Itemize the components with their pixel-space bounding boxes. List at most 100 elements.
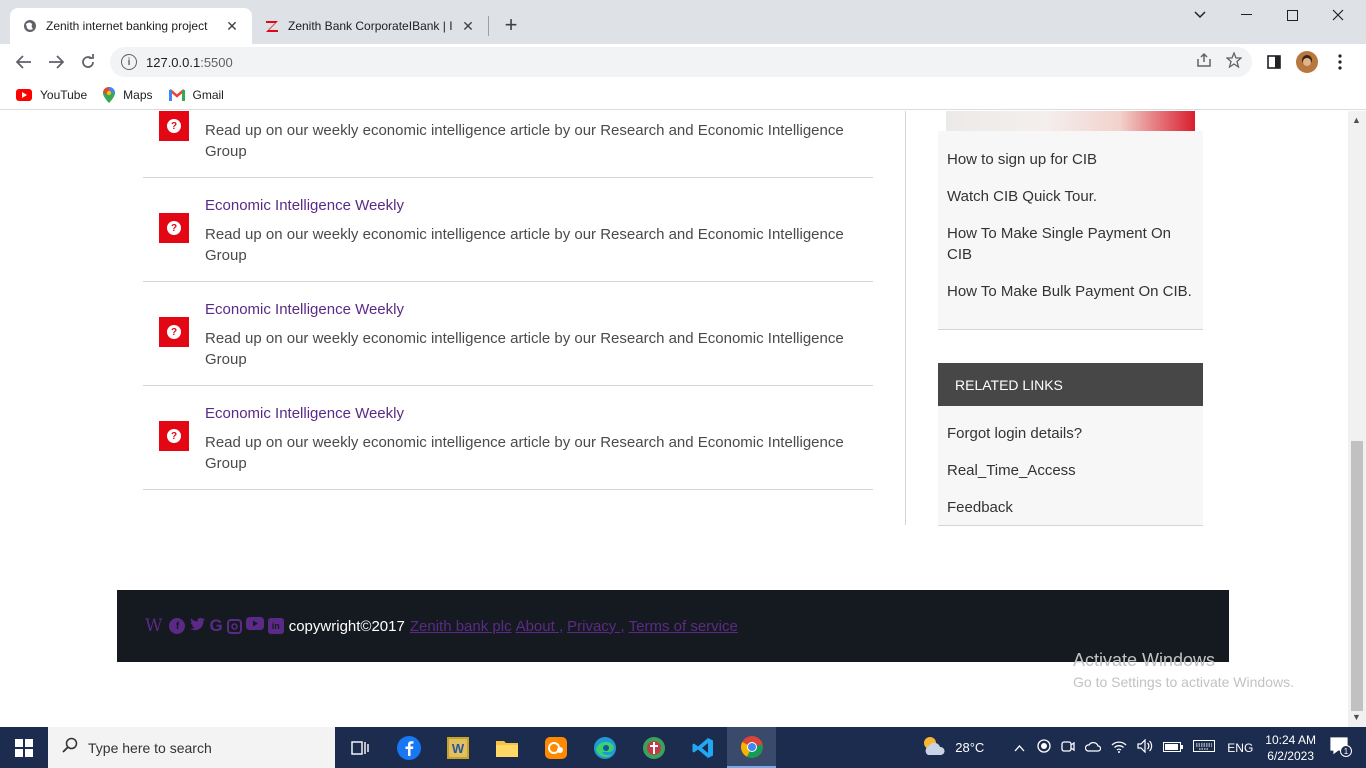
tab-search-chevron-icon[interactable] xyxy=(1177,0,1223,30)
footer-link-terms[interactable]: Terms of service xyxy=(629,618,738,635)
uc-browser-icon[interactable] xyxy=(531,727,580,768)
windows-start-icon[interactable] xyxy=(0,727,48,768)
footer-link-about[interactable]: About , xyxy=(516,618,564,635)
tab-zenith-corporate[interactable]: Zenith Bank CorporateIBank | Ind ✕ xyxy=(252,8,488,44)
scroll-up-arrow-icon[interactable]: ▲ xyxy=(1352,115,1361,125)
chrome-taskbar-icon[interactable] xyxy=(727,727,776,768)
question-icon: ? xyxy=(159,421,189,451)
instagram-icon[interactable] xyxy=(226,618,242,634)
minimize-icon[interactable] xyxy=(1223,0,1269,30)
close-tab-icon[interactable]: ✕ xyxy=(224,18,240,34)
address-bar[interactable]: i 127.0.0.1:5500 xyxy=(110,47,1252,77)
copyright-text: copywright©2017 xyxy=(288,617,405,635)
notification-center-icon[interactable]: 1 xyxy=(1330,737,1352,758)
article-title-link[interactable]: Economic Intelligence Weekly xyxy=(205,405,404,422)
question-icon: ? xyxy=(159,213,189,243)
onedrive-cloud-icon[interactable] xyxy=(1085,740,1102,755)
cib-link-single-payment[interactable]: How To Make Single Payment On CIB xyxy=(938,223,1203,265)
window-close-icon[interactable] xyxy=(1315,0,1361,30)
wikipedia-icon[interactable]: W xyxy=(145,616,162,636)
tab-zenith-project[interactable]: Zenith internet banking project ✕ xyxy=(10,8,252,44)
record-icon[interactable] xyxy=(1037,739,1051,756)
twitter-icon[interactable] xyxy=(189,617,206,636)
facebook-icon[interactable]: f xyxy=(169,618,186,634)
column-divider xyxy=(905,111,906,525)
scrollbar-thumb[interactable] xyxy=(1351,441,1363,711)
keyboard-icon[interactable] xyxy=(1193,740,1216,755)
bookmark-youtube[interactable]: YouTube xyxy=(16,88,87,102)
footer-link-zenith[interactable]: Zenith bank plc xyxy=(410,618,512,635)
bookmark-label: Maps xyxy=(123,87,153,102)
related-link-forgot-login[interactable]: Forgot login details? xyxy=(938,423,1091,444)
facebook-app-icon[interactable] xyxy=(384,727,433,768)
cib-link-signup[interactable]: How to sign up for CIB xyxy=(938,149,1106,170)
youtube-icon[interactable] xyxy=(245,617,264,635)
edge-browser-icon[interactable] xyxy=(580,727,629,768)
side-panel-icon[interactable] xyxy=(1262,50,1286,74)
page-footer: W f G in copywright©2017 Zenith bank plc… xyxy=(117,590,1229,662)
gmail-icon xyxy=(168,88,185,101)
battery-icon[interactable] xyxy=(1163,741,1184,755)
article-item: ? Economic Intelligence Weekly Read up o… xyxy=(143,282,873,386)
article-description: Read up on our weekly economic intellige… xyxy=(205,330,844,368)
new-tab-icon[interactable]: + xyxy=(500,14,522,36)
reload-icon[interactable] xyxy=(76,50,100,74)
show-hidden-icons-chevron-icon[interactable] xyxy=(1014,741,1025,755)
weather-temperature[interactable]: 28°C xyxy=(955,740,984,755)
bookmark-label: YouTube xyxy=(40,87,88,102)
profile-avatar[interactable] xyxy=(1295,50,1319,74)
cib-link-bulk-payment[interactable]: How To Make Bulk Payment On CIB. xyxy=(938,281,1203,302)
related-link-real-time-access[interactable]: Real_Time_Access xyxy=(938,460,1085,481)
search-placeholder: Type here to search xyxy=(88,739,212,756)
page-scrollbar[interactable]: ▲ ▼ xyxy=(1348,111,1366,727)
volume-icon[interactable] xyxy=(1137,738,1153,756)
bookmark-star-icon[interactable] xyxy=(1225,50,1243,73)
tab-strip: Zenith internet banking project ✕ Zenith… xyxy=(0,0,1366,44)
article-item: ? Read up on our weekly economic intelli… xyxy=(143,111,873,178)
browser-menu-icon[interactable] xyxy=(1328,50,1352,74)
article-item: ? Economic Intelligence Weekly Read up o… xyxy=(143,178,873,282)
wifi-icon[interactable] xyxy=(1111,740,1127,756)
close-tab-icon[interactable]: ✕ xyxy=(460,18,476,34)
search-icon xyxy=(62,737,78,758)
share-icon[interactable] xyxy=(1196,52,1212,73)
maximize-icon[interactable] xyxy=(1269,0,1315,30)
linkedin-icon[interactable]: in xyxy=(267,618,284,634)
google-icon[interactable]: G xyxy=(209,616,222,636)
meet-now-icon[interactable] xyxy=(1061,739,1075,756)
related-link-feedback[interactable]: Feedback xyxy=(938,497,1022,518)
footer-link-privacy[interactable]: Privacy , xyxy=(567,618,625,635)
green-app-icon[interactable] xyxy=(629,727,678,768)
vscode-icon[interactable] xyxy=(678,727,727,768)
taskbar-clock[interactable]: 10:24 AM 6/2/2023 xyxy=(1265,732,1316,764)
bookmark-label: Gmail xyxy=(192,87,224,102)
forward-arrow-icon[interactable] xyxy=(44,50,68,74)
windows-taskbar: Type here to search W 28°C ENG 10:24 AM … xyxy=(0,727,1366,768)
language-indicator[interactable]: ENG xyxy=(1227,741,1253,755)
article-description: Read up on our weekly economic intellige… xyxy=(205,226,844,264)
question-icon: ? xyxy=(159,317,189,347)
tab-separator xyxy=(488,16,489,36)
taskbar-search-box[interactable]: Type here to search xyxy=(48,727,335,768)
site-info-icon[interactable]: i xyxy=(121,54,137,70)
article-title-link[interactable]: Economic Intelligence Weekly xyxy=(205,301,404,318)
cib-link-quick-tour[interactable]: Watch CIB Quick Tour. xyxy=(938,186,1106,207)
file-explorer-icon[interactable] xyxy=(482,727,531,768)
back-arrow-icon[interactable] xyxy=(12,50,36,74)
question-icon: ? xyxy=(159,111,189,141)
article-description: Read up on our weekly economic intellige… xyxy=(205,434,844,472)
bookmark-maps[interactable]: Maps xyxy=(103,86,153,103)
bookmark-gmail[interactable]: Gmail xyxy=(168,87,224,102)
related-links-heading: RELATED LINKS xyxy=(938,363,1203,406)
svg-text:W: W xyxy=(451,741,464,756)
activate-windows-watermark: Activate Windows Go to Settings to activ… xyxy=(1073,650,1294,690)
article-title-link[interactable]: Economic Intelligence Weekly xyxy=(205,197,404,214)
word-app-icon[interactable]: W xyxy=(433,727,482,768)
related-links-box: Forgot login details? Real_Time_Access F… xyxy=(938,406,1203,526)
task-view-icon[interactable] xyxy=(335,727,384,768)
scroll-down-arrow-icon[interactable]: ▼ xyxy=(1352,712,1361,722)
page-viewport: ? Read up on our weekly economic intelli… xyxy=(0,111,1348,727)
maps-icon xyxy=(103,86,116,103)
tab-title: Zenith Bank CorporateIBank | Ind xyxy=(288,19,452,33)
weather-icon[interactable] xyxy=(921,735,947,760)
